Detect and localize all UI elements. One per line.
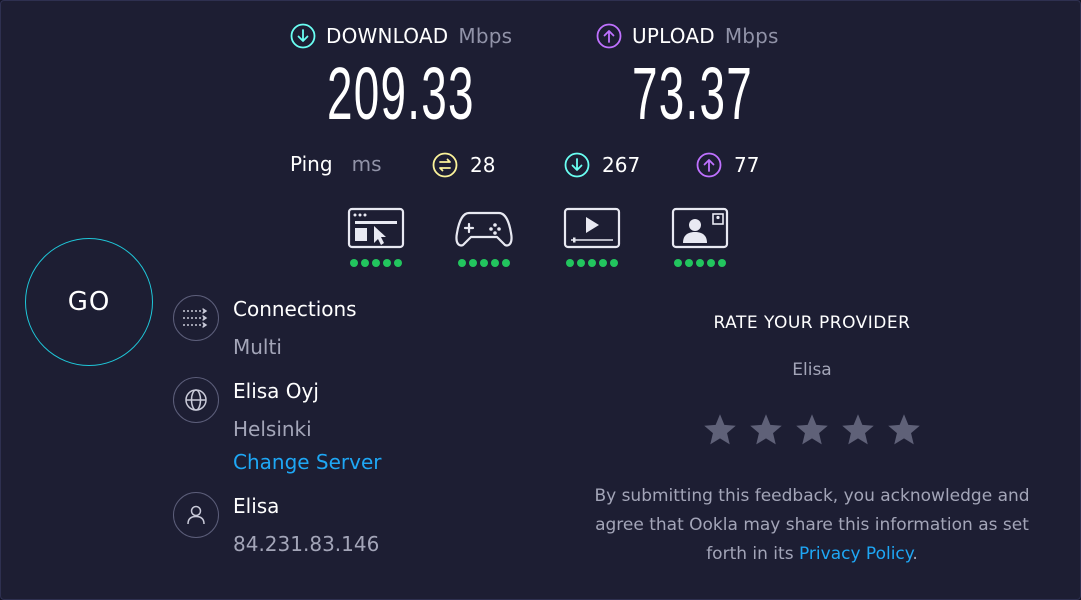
quality-video-streaming[interactable] <box>563 207 621 267</box>
go-button-label: GO <box>67 287 111 317</box>
rating-dot <box>502 259 510 267</box>
download-unit: Mbps <box>458 24 513 48</box>
privacy-policy-link[interactable]: Privacy Policy <box>799 544 912 564</box>
quality-rating-dots <box>455 259 513 267</box>
star-icon[interactable] <box>748 412 784 448</box>
disclaimer-line: forth in its Privacy Policy. <box>561 540 1063 569</box>
disclaimer-line-prefix: forth in its <box>706 544 799 564</box>
quality-rating-dots <box>563 259 621 267</box>
disclaimer-line: By submitting this feedback, you acknowl… <box>594 486 1030 506</box>
rating-dot <box>491 259 499 267</box>
rating-dot <box>469 259 477 267</box>
upload-latency-icon <box>696 152 722 178</box>
rating-dot <box>707 259 715 267</box>
star-icon[interactable] <box>886 412 922 448</box>
connections-value[interactable]: Multi <box>233 335 282 359</box>
rating-dot <box>577 259 585 267</box>
ping-label: Ping <box>290 152 333 176</box>
download-value: 209.33 <box>327 52 475 135</box>
rating-dot <box>599 259 607 267</box>
gaming-controller-icon <box>455 211 513 247</box>
server-name: Elisa Oyj <box>233 379 319 403</box>
idle-latency-icon <box>432 152 458 178</box>
server-location: Helsinki <box>233 417 312 441</box>
download-label: DOWNLOAD <box>326 24 449 48</box>
isp-ip: 84.231.83.146 <box>233 532 380 556</box>
rating-dot <box>674 259 682 267</box>
feedback-disclaimer: By submitting this feedback, you acknowl… <box>561 482 1063 569</box>
ping-unit: ms <box>351 152 382 176</box>
upload-unit: Mbps <box>724 24 779 48</box>
globe-icon <box>173 377 219 423</box>
arrow-up-circle-icon <box>596 23 622 49</box>
ping-download-value: 267 <box>602 153 641 177</box>
user-icon <box>173 492 219 538</box>
upload-value: 73.37 <box>632 52 754 135</box>
video-chat-icon <box>671 207 729 249</box>
ping-upload-value: 77 <box>734 153 760 177</box>
rating-dot <box>588 259 596 267</box>
upload-header: UPLOAD Mbps <box>596 23 779 49</box>
rating-dot <box>718 259 726 267</box>
quality-rating-dots <box>347 259 405 267</box>
star-rating <box>612 412 1012 448</box>
rating-dot <box>383 259 391 267</box>
isp-name: Elisa <box>233 494 280 518</box>
upload-label: UPLOAD <box>632 24 715 48</box>
change-server-link[interactable]: Change Server <box>233 450 382 474</box>
ping-label-group: Ping ms <box>290 152 382 176</box>
star-icon[interactable] <box>840 412 876 448</box>
web-browsing-icon <box>347 207 405 249</box>
rating-dot <box>458 259 466 267</box>
rating-dot <box>350 259 358 267</box>
quality-gaming[interactable] <box>455 207 513 267</box>
video-streaming-icon <box>563 207 621 249</box>
rating-dot <box>480 259 488 267</box>
rating-dot <box>610 259 618 267</box>
rate-provider-title: RATE YOUR PROVIDER <box>713 313 911 333</box>
disclaimer-period: . <box>912 544 918 564</box>
connections-title: Connections <box>233 297 357 321</box>
rating-dot <box>361 259 369 267</box>
download-latency-icon <box>564 152 590 178</box>
ping-download: 267 <box>564 152 640 178</box>
star-icon[interactable] <box>794 412 830 448</box>
ping-idle: 28 <box>432 152 495 178</box>
rating-dot <box>372 259 380 267</box>
quality-video-chat[interactable] <box>671 207 729 267</box>
rating-dot <box>566 259 574 267</box>
speedtest-panel: DOWNLOAD Mbps 209.33 UPLOAD Mbps 73.37 P… <box>0 0 1081 600</box>
connections-icon <box>173 295 219 341</box>
rate-provider-name: Elisa <box>792 360 832 380</box>
ping-idle-value: 28 <box>470 153 496 177</box>
rating-dot <box>696 259 704 267</box>
quality-rating-dots <box>671 259 729 267</box>
star-icon[interactable] <box>702 412 738 448</box>
rating-dot <box>394 259 402 267</box>
rating-dot <box>685 259 693 267</box>
go-button[interactable]: GO <box>25 238 153 366</box>
ping-upload: 77 <box>696 152 759 178</box>
download-header: DOWNLOAD Mbps <box>290 23 512 49</box>
quality-web-browsing[interactable] <box>347 207 405 267</box>
disclaimer-line: agree that Ookla may share this informat… <box>595 515 1029 535</box>
arrow-down-circle-icon <box>290 23 316 49</box>
